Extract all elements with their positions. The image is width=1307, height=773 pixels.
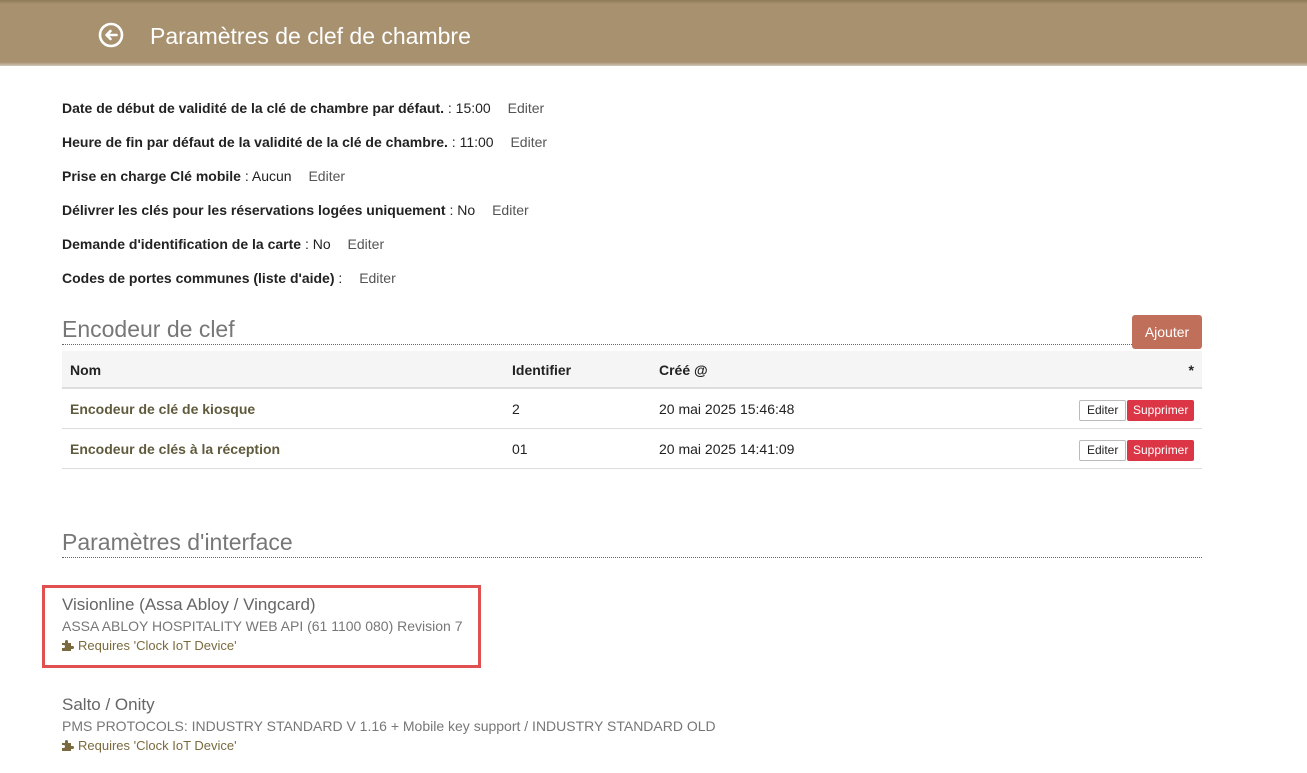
encoder-created: 20 mai 2025 15:46:48 [659,401,795,417]
requirement-text: Requires 'Clock IoT Device' [78,738,237,753]
table-row: Encodeur de clé de kiosque 2 20 mai 2025… [62,389,1202,429]
delete-encoder-button[interactable]: Supprimer [1127,400,1195,421]
interface-requirement: Requires 'Clock IoT Device' [62,737,716,755]
encoder-identifier: 2 [512,401,520,417]
setting-label: Demande d'identification de la carte [62,236,302,252]
table-header: Nom Identifier Créé @ * [62,351,1202,389]
setting-value: Aucun [251,168,292,184]
setting-label: Prise en charge Clé mobile [62,168,241,184]
setting-row-checked-in-only: Délivrer les clés pour les réservations … [62,202,529,218]
add-encoder-button[interactable]: Ajouter [1132,315,1202,349]
setting-label: Délivrer les clés pour les réservations … [62,202,446,218]
setting-row-mobile-key: Prise en charge Clé mobile : Aucun Edite… [62,168,346,184]
column-header-name: Nom [70,362,102,378]
column-header-actions: * [1188,362,1194,378]
encoders-table: Nom Identifier Créé @ * Encodeur de clé … [62,351,1202,469]
edit-link[interactable]: Editer [348,236,385,252]
edit-encoder-button[interactable]: Editer [1079,400,1127,421]
encoder-identifier: 01 [512,441,528,457]
puzzle-icon [62,640,74,651]
interface-requirement: Requires 'Clock IoT Device' [62,637,463,655]
interface-description: PMS PROTOCOLS: INDUSTRY STANDARD V 1.16 … [62,718,716,734]
interface-name[interactable]: Visionline (Assa Abloy / Vingcard) [62,595,463,615]
setting-label: Codes de portes communes (liste d'aide) [62,270,335,286]
back-arrow-icon[interactable] [98,22,124,48]
interface-item-salto[interactable]: Salto / Onity PMS PROTOCOLS: INDUSTRY ST… [62,695,716,755]
encoder-created: 20 mai 2025 14:41:09 [659,441,795,457]
top-bar: Paramètres de clef de chambre [0,0,1307,66]
settings-list: Date de début de validité de la clé de c… [62,98,1202,302]
setting-label: Heure de fin par défaut de la validité d… [62,134,448,150]
requirement-text: Requires 'Clock IoT Device' [78,638,237,653]
column-header-created: Créé @ [659,362,708,378]
interface-name[interactable]: Salto / Onity [62,695,716,715]
table-row: Encodeur de clés à la réception 01 20 ma… [62,429,1202,469]
edit-encoder-button[interactable]: Editer [1079,440,1127,461]
column-header-identifier: Identifier [512,362,572,378]
puzzle-icon [62,740,74,751]
interface-description: ASSA ABLOY HOSPITALITY WEB API (61 1100 … [62,618,463,634]
setting-row-card-id: Demande d'identification de la carte : N… [62,236,385,252]
setting-row-common-doors: Codes de portes communes (liste d'aide) … [62,270,396,286]
setting-row-key-end: Heure de fin par défaut de la validité d… [62,134,548,150]
edit-link[interactable]: Editer [508,100,545,116]
interface-item-visionline[interactable]: Visionline (Assa Abloy / Vingcard) ASSA … [62,595,463,655]
page-title: Paramètres de clef de chambre [150,23,471,49]
setting-value: No [457,202,476,218]
setting-value: No [312,236,331,252]
encoder-name[interactable]: Encodeur de clés à la réception [70,441,280,457]
setting-value: 11:00 [459,134,494,150]
edit-link[interactable]: Editer [308,168,345,184]
interfaces-section-title: Paramètres d'interface [62,528,1202,558]
delete-encoder-button[interactable]: Supprimer [1127,440,1195,461]
setting-row-key-start: Date de début de validité de la clé de c… [62,100,545,116]
edit-link[interactable]: Editer [359,270,396,286]
setting-label: Date de début de validité de la clé de c… [62,100,444,116]
setting-value: 15:00 [455,100,491,116]
edit-link[interactable]: Editer [510,134,547,150]
edit-link[interactable]: Editer [492,202,529,218]
encoders-section-title: Encodeur de clef [62,315,1202,345]
encoder-name[interactable]: Encodeur de clé de kiosque [70,401,255,417]
